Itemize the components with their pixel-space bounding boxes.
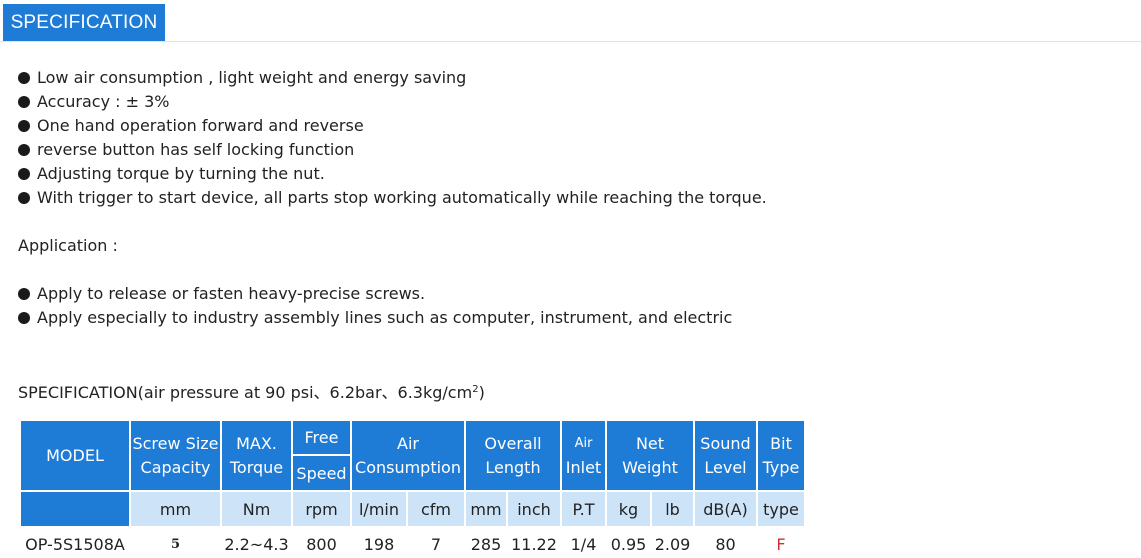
bullet-icon xyxy=(18,312,30,324)
bullet-icon xyxy=(18,144,30,156)
header-bit-type: Bit Type xyxy=(756,419,806,492)
unit-cell: cfm xyxy=(406,490,466,528)
feature-list: Low air consumption , light weight and e… xyxy=(18,66,1118,210)
header-screw-size: Screw Size Capacity xyxy=(129,419,222,492)
header-net-weight: Net Weight xyxy=(605,419,695,492)
header-overall-length: Overall Length xyxy=(464,419,562,492)
cell-length-inch: 11.22 xyxy=(511,535,557,554)
cell-free-speed: 800 xyxy=(306,535,337,554)
cell-bit-type: F xyxy=(776,535,786,554)
unit-row-model-cell xyxy=(19,490,131,528)
tab-specification[interactable]: SPECIFICATION xyxy=(3,4,165,41)
spec-table: MODEL Screw Size Capacity MAX. Torque Free… xyxy=(19,419,806,558)
bullet-icon xyxy=(18,120,30,132)
cell-air-cfm: 7 xyxy=(430,535,442,554)
unit-cell: lb xyxy=(650,490,695,528)
cell-air-inlet: 1/4 xyxy=(570,535,597,554)
bullet-icon xyxy=(18,168,30,180)
tab-bar: SPECIFICATION xyxy=(0,0,1141,42)
unit-cell: kg xyxy=(605,490,652,528)
unit-cell: inch xyxy=(506,490,562,528)
table-row: OP-5S1508A 5 2.2~4.3 800 198 7 285 11.22… xyxy=(20,527,805,558)
cell-weight-lb: 2.09 xyxy=(654,535,691,554)
bullet-icon xyxy=(18,96,30,108)
cell-sound-level: 80 xyxy=(715,535,736,554)
list-item: Adjusting torque by turning the nut. xyxy=(18,162,1118,186)
spec-caption: SPECIFICATION(air pressure at 90 psi、6.2… xyxy=(18,383,485,402)
cell-screw-size: 5 xyxy=(170,537,181,552)
list-item: With trigger to start device, all parts … xyxy=(18,186,1118,210)
application-heading: Application : xyxy=(18,236,118,255)
unit-cell: type xyxy=(756,490,806,528)
header-air-consumption: Air Consumption xyxy=(350,419,466,492)
bullet-icon xyxy=(18,192,30,204)
list-item: Apply especially to industry assembly li… xyxy=(18,306,1118,330)
list-item: Low air consumption , light weight and e… xyxy=(18,66,1118,90)
cell-max-torque: 2.2~4.3 xyxy=(224,535,289,554)
header-sound-level: Sound Level xyxy=(693,419,758,492)
bullet-icon xyxy=(18,288,30,300)
description: Low air consumption , light weight and e… xyxy=(18,66,1118,330)
list-item: One hand operation forward and reverse xyxy=(18,114,1118,138)
unit-cell: l/min xyxy=(350,490,408,528)
application-list: Apply to release or fasten heavy-precise… xyxy=(18,282,1118,330)
unit-cell: Nm xyxy=(220,490,293,528)
list-item: Accuracy : ± 3% xyxy=(18,90,1118,114)
header-model: MODEL xyxy=(19,419,131,492)
list-item: Apply to release or fasten heavy-precise… xyxy=(18,282,1118,306)
bullet-icon xyxy=(18,72,30,84)
cell-weight-kg: 0.95 xyxy=(610,535,647,554)
cell-length-mm: 285 xyxy=(470,535,502,554)
header-free: Free xyxy=(291,419,352,456)
list-item: reverse button has self locking function xyxy=(18,138,1118,162)
cell-model: OP-5S1508A xyxy=(25,535,125,554)
unit-cell: rpm xyxy=(291,490,352,528)
header-max-torque: MAX. Torque xyxy=(220,419,293,492)
unit-cell: dB(A) xyxy=(693,490,758,528)
unit-cell: mm xyxy=(464,490,508,528)
cell-air-lmin: 198 xyxy=(363,535,395,554)
header-air-inlet: Air Inlet xyxy=(560,419,607,492)
header-speed: Speed xyxy=(291,454,352,492)
unit-cell: mm xyxy=(129,490,222,528)
unit-cell: P.T xyxy=(560,490,607,528)
